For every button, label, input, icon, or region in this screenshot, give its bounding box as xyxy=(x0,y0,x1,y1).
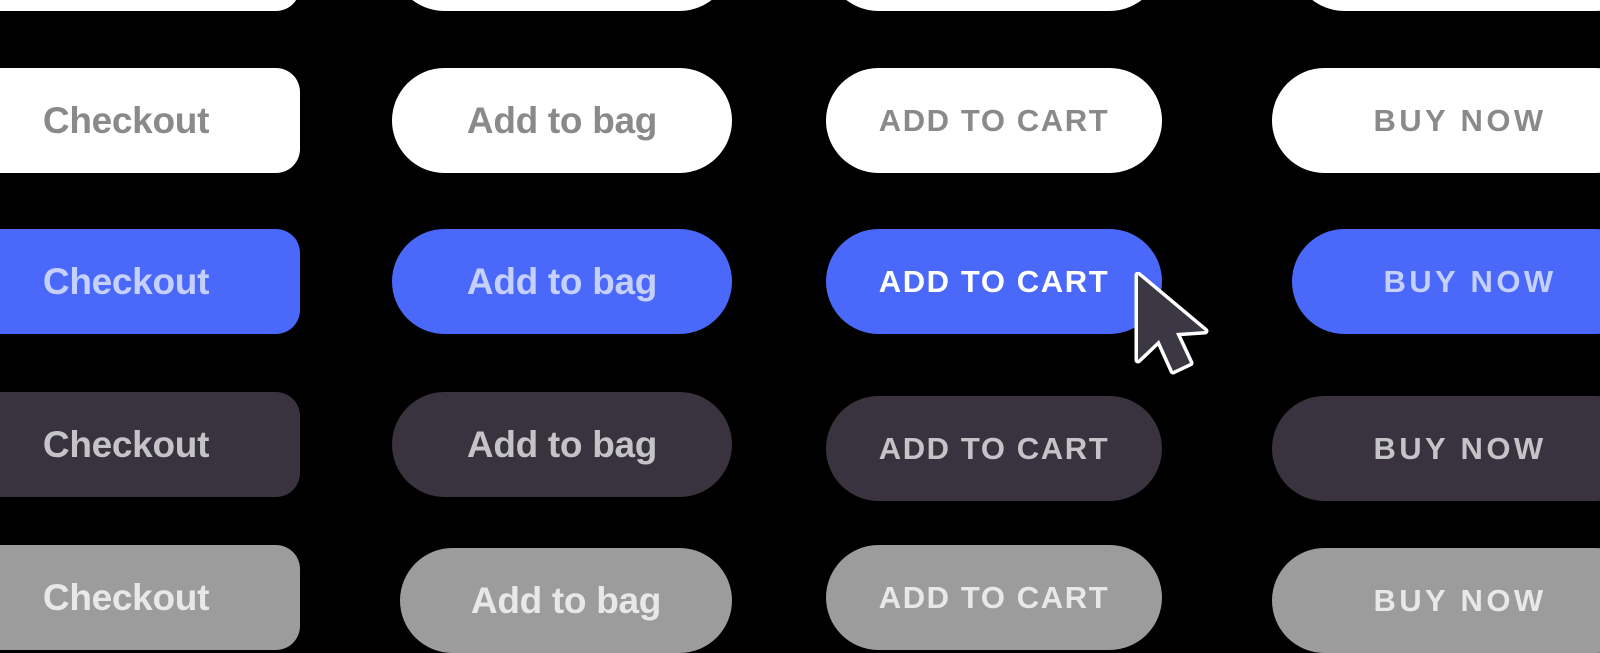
button-variants-canvas: Checkout Add to bag ADD TO CART BUY NOW … xyxy=(0,0,1600,653)
button-add-to-cart-white-top[interactable]: ADD TO CART xyxy=(826,0,1162,11)
button-label: BUY NOW xyxy=(1373,103,1547,138)
button-label: Add to bag xyxy=(466,100,658,141)
button-add-to-cart-dark[interactable]: ADD TO CART xyxy=(826,396,1162,501)
button-checkout-white[interactable]: Checkout xyxy=(0,68,300,173)
button-add-to-bag-blue[interactable]: Add to bag xyxy=(392,229,732,334)
button-label: ADD TO CART xyxy=(878,580,1110,615)
button-add-to-cart-white[interactable]: ADD TO CART xyxy=(826,68,1162,173)
button-checkout-dark[interactable]: Checkout xyxy=(0,392,300,497)
button-add-to-bag-white-top[interactable]: Add to bag xyxy=(392,0,732,11)
button-buy-now-white-top[interactable]: BUY NOW xyxy=(1292,0,1600,11)
button-add-to-cart-blue-hover[interactable]: ADD TO CART xyxy=(826,229,1162,334)
button-checkout-white-top[interactable]: Checkout xyxy=(0,0,300,11)
button-label: Checkout xyxy=(42,424,210,465)
button-label: Add to bag xyxy=(470,580,662,621)
button-label: BUY NOW xyxy=(1373,583,1547,618)
button-label: Add to bag xyxy=(466,261,658,302)
button-label: ADD TO CART xyxy=(878,264,1110,299)
button-label: BUY NOW xyxy=(1373,431,1547,466)
button-label: Checkout xyxy=(42,100,210,141)
button-add-to-bag-dark[interactable]: Add to bag xyxy=(392,392,732,497)
button-buy-now-white[interactable]: BUY NOW xyxy=(1272,68,1600,173)
button-checkout-gray[interactable]: Checkout xyxy=(0,545,300,650)
button-label: Checkout xyxy=(42,261,210,302)
button-buy-now-blue[interactable]: BUY NOW xyxy=(1292,229,1600,334)
button-checkout-blue[interactable]: Checkout xyxy=(0,229,300,334)
button-add-to-bag-gray[interactable]: Add to bag xyxy=(400,548,732,653)
button-buy-now-gray[interactable]: BUY NOW xyxy=(1272,548,1600,653)
button-label: Checkout xyxy=(42,577,210,618)
button-label: Add to bag xyxy=(466,424,658,465)
button-add-to-bag-white[interactable]: Add to bag xyxy=(392,68,732,173)
button-label: BUY NOW xyxy=(1383,264,1557,299)
button-add-to-cart-gray[interactable]: ADD TO CART xyxy=(826,545,1162,650)
button-buy-now-dark[interactable]: BUY NOW xyxy=(1272,396,1600,501)
button-label: ADD TO CART xyxy=(878,103,1110,138)
button-label: ADD TO CART xyxy=(878,431,1110,466)
